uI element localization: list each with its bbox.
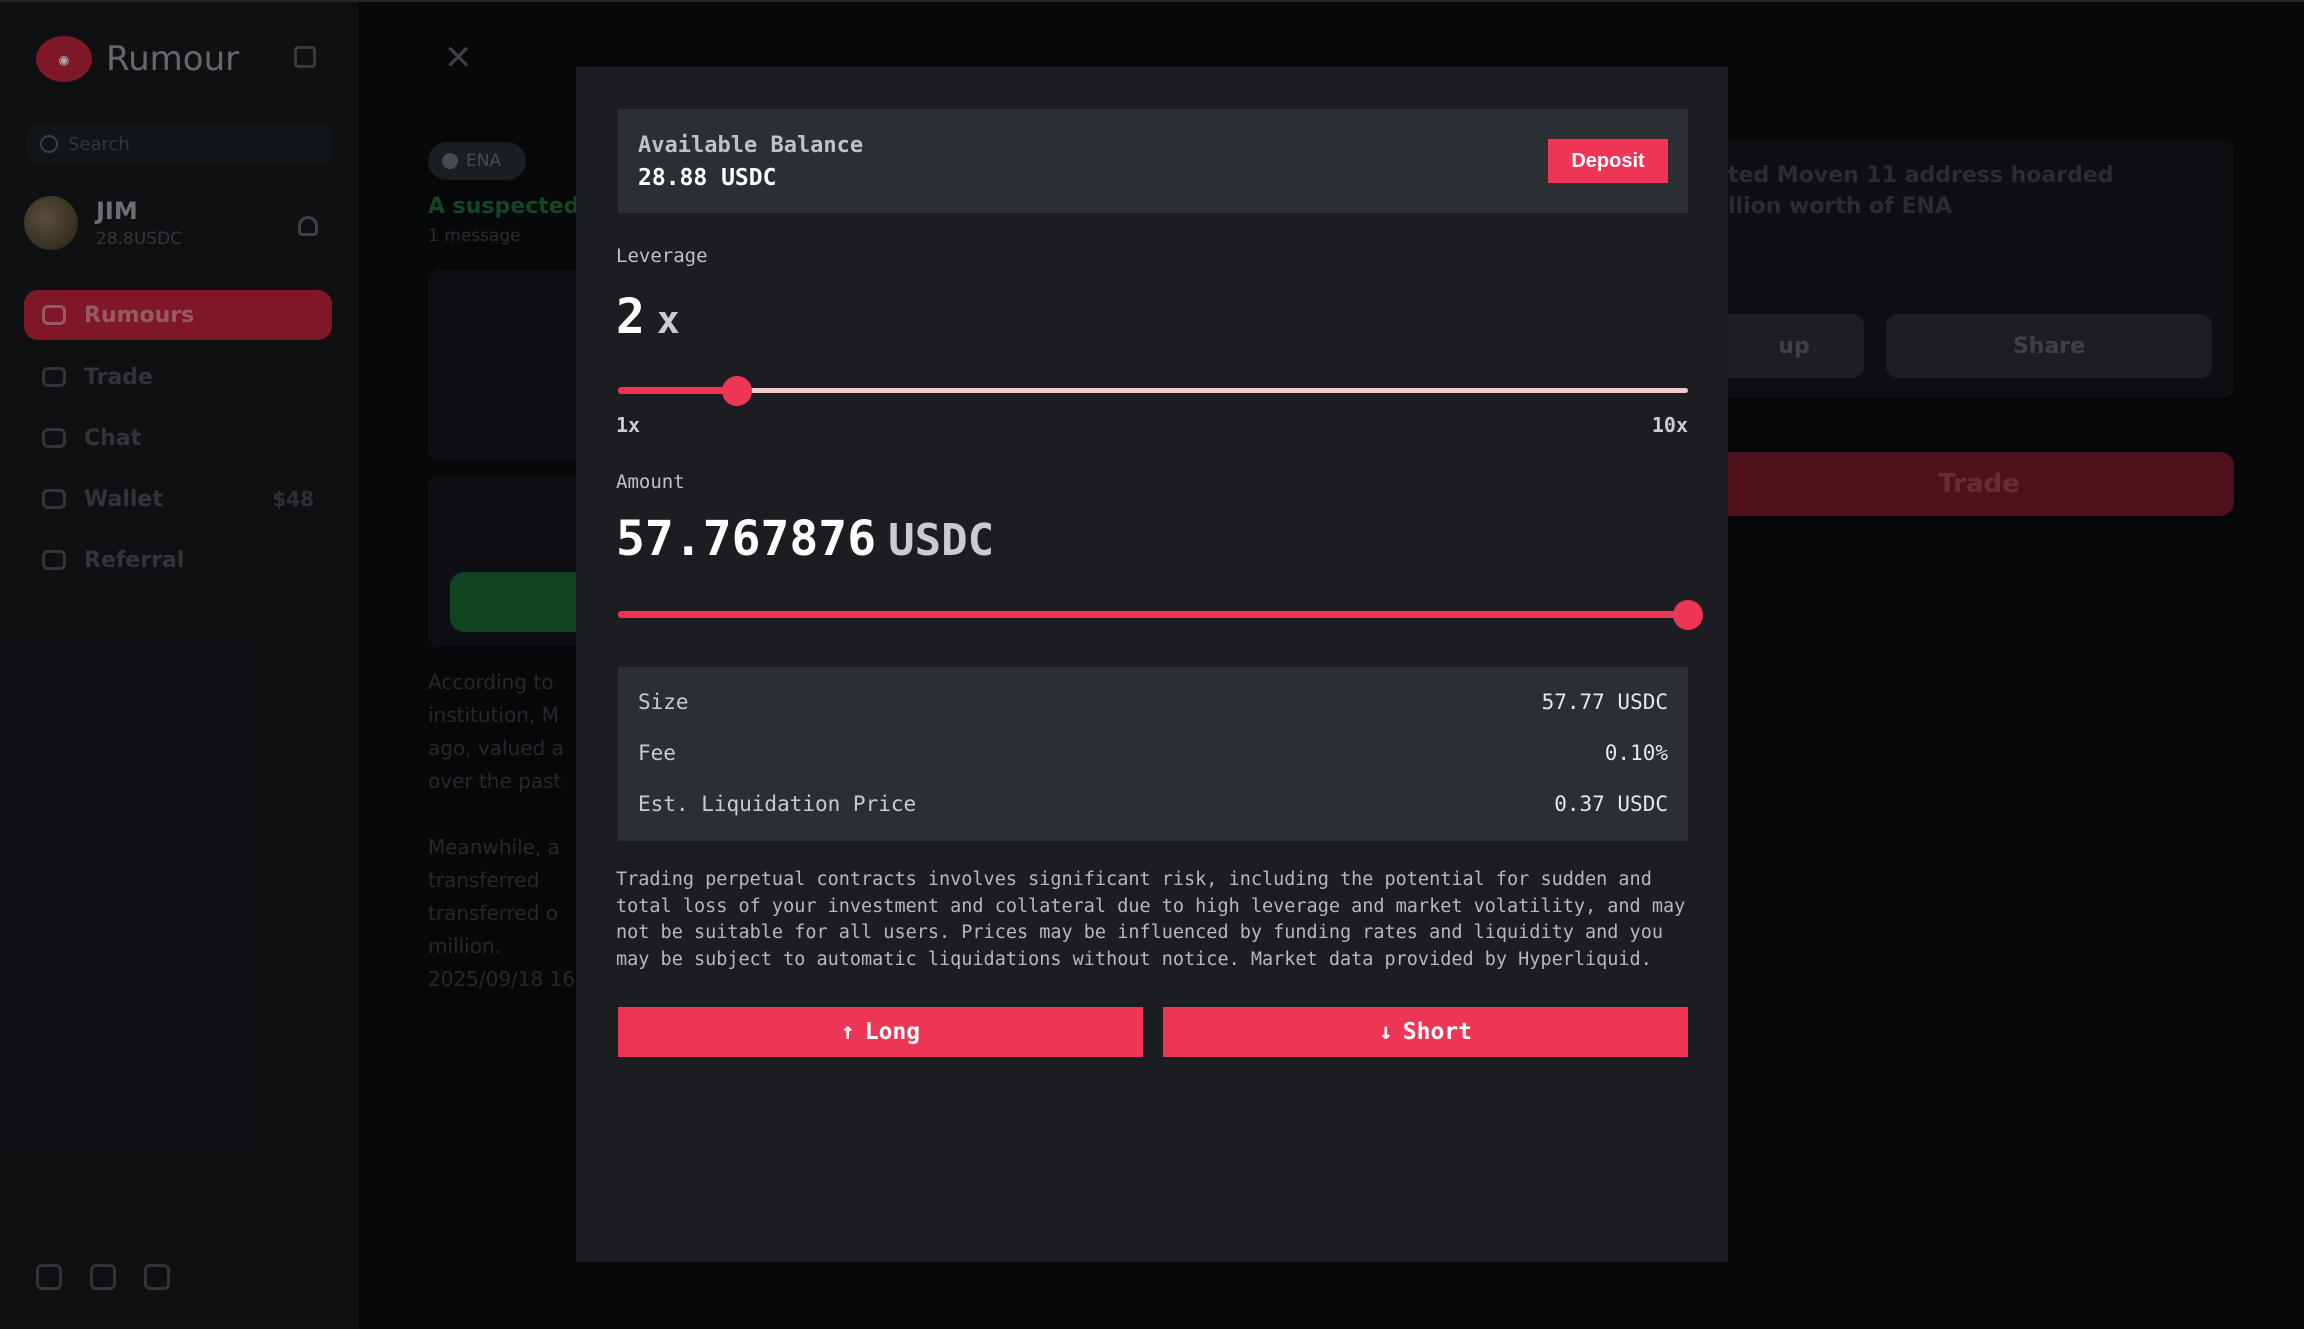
leverage-max-label: 10x — [1651, 413, 1688, 437]
detail-label: Fee — [638, 741, 676, 765]
detail-row-size: Size 57.77 USDC — [638, 687, 1668, 717]
detail-value: 0.10% — [1604, 741, 1668, 765]
leverage-label: Leverage — [616, 245, 708, 267]
detail-value: 0.37 USDC — [1554, 792, 1668, 816]
short-label: Short — [1402, 1019, 1473, 1045]
slider-fill — [618, 387, 737, 394]
amount-display: 57.767876 USDC — [616, 511, 994, 567]
detail-label: Est. Liquidation Price — [638, 792, 917, 816]
amount-slider[interactable] — [618, 600, 1703, 630]
risk-disclaimer: Trading perpetual contracts involves sig… — [616, 869, 1686, 970]
leverage-display: 2 x — [616, 289, 680, 345]
arrow-up-icon: ↑ — [840, 1019, 855, 1045]
long-label: Long — [864, 1019, 921, 1045]
balance-panel: Available Balance 28.88 USDC Deposit — [618, 109, 1688, 213]
leverage-value: 2 — [616, 289, 645, 345]
amount-value[interactable]: 57.767876 — [616, 511, 876, 567]
slider-fill — [618, 611, 1688, 618]
deposit-button[interactable]: Deposit — [1548, 139, 1668, 183]
long-button[interactable]: ↑ Long — [618, 1007, 1143, 1057]
slider-thumb[interactable] — [721, 376, 752, 406]
balance-label: Available Balance — [638, 133, 864, 158]
detail-row-fee: Fee 0.10% — [638, 738, 1668, 768]
leverage-slider[interactable] — [618, 376, 1688, 406]
trade-modal: Available Balance 28.88 USDC Deposit Lev… — [576, 67, 1728, 1262]
order-details: Size 57.77 USDC Fee 0.10% Est. Liquidati… — [618, 667, 1688, 841]
detail-label: Size — [638, 690, 689, 714]
detail-row-liquidation-price: Est. Liquidation Price 0.37 USDC — [638, 789, 1668, 819]
slider-track — [618, 388, 1688, 393]
amount-label: Amount — [616, 471, 685, 493]
amount-unit: USDC — [888, 515, 995, 566]
short-button[interactable]: ↓ Short — [1163, 1007, 1688, 1057]
arrow-down-icon: ↓ — [1378, 1019, 1393, 1045]
slider-thumb[interactable] — [1673, 600, 1703, 630]
leverage-min-label: 1x — [616, 413, 641, 437]
detail-value: 57.77 USDC — [1541, 690, 1668, 714]
balance-value: 28.88 USDC — [638, 165, 777, 191]
leverage-unit: x — [656, 298, 680, 342]
